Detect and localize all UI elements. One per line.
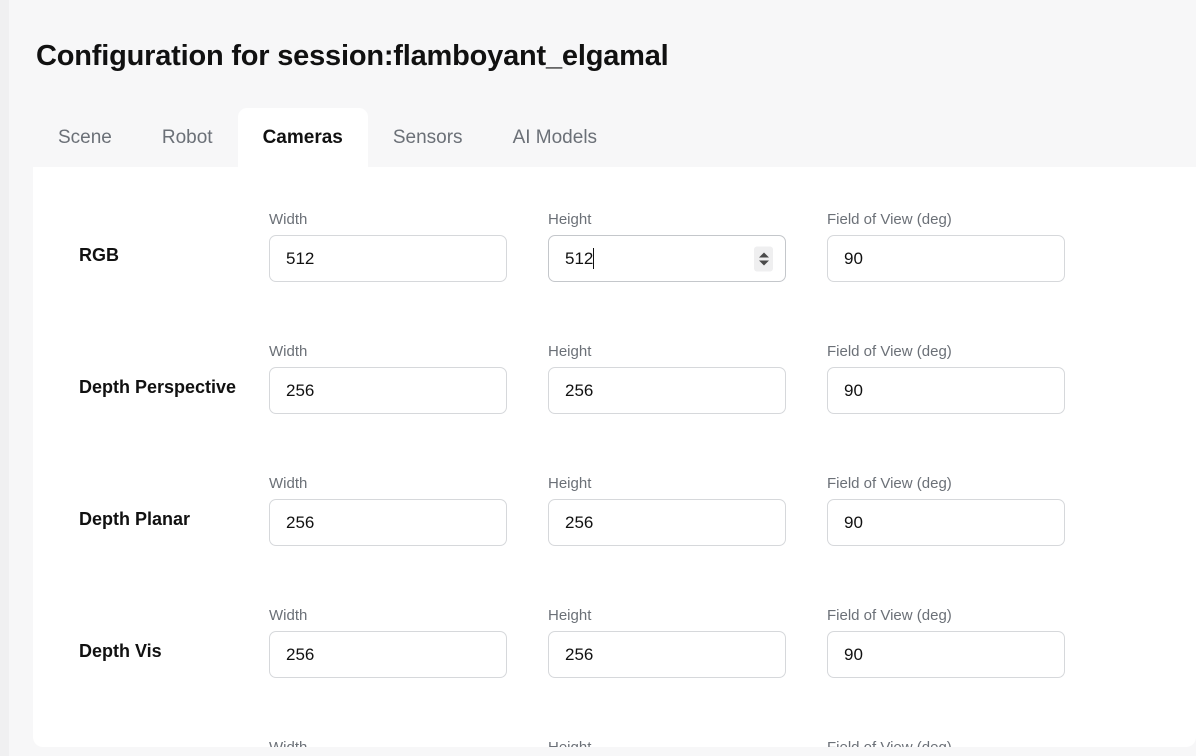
fov-field-label: Field of View (deg) <box>827 211 952 228</box>
fov-field-group: Field of View (deg) <box>827 212 1065 282</box>
fov-input[interactable] <box>827 367 1065 414</box>
camera-row-label: Depth Vis <box>79 641 162 661</box>
width-input[interactable] <box>269 631 507 678</box>
camera-row-label: RGB <box>79 245 119 265</box>
height-input[interactable] <box>548 235 786 282</box>
camera-row-label: Depth Planar <box>79 509 191 529</box>
width-field-label: Width <box>269 740 507 747</box>
camera-row-fields: Width Height Field of View (deg) <box>269 344 1065 414</box>
cameras-panel: RGBWidthHeightField of View (deg)Depth P… <box>33 167 1196 747</box>
fov-input-wrap <box>827 499 1065 546</box>
height-field-group: Height <box>548 608 786 678</box>
tab-sensors[interactable]: Sensors <box>368 108 488 167</box>
configuration-page: Configuration for session:flamboyant_elg… <box>0 0 1196 756</box>
height-field-label: Height <box>548 740 786 747</box>
width-input-wrap <box>269 235 507 282</box>
camera-row-fields: Width Height Field of View (deg) <box>269 740 1065 747</box>
width-input[interactable] <box>269 499 507 546</box>
fov-field-group: Field of View (deg) <box>827 344 1065 414</box>
height-input-wrap <box>548 499 786 546</box>
width-input[interactable] <box>269 367 507 414</box>
width-field-label: Width <box>269 211 308 228</box>
width-field-label: Width <box>269 343 308 360</box>
fov-input[interactable] <box>827 499 1065 546</box>
height-field-label: Height <box>548 607 592 624</box>
width-field-label: Width <box>269 475 308 492</box>
fov-field-group: Field of View (deg) <box>827 608 1065 678</box>
camera-row: RGB Width Height Field of View (deg) <box>33 167 1196 299</box>
height-field-group: Height <box>548 344 786 414</box>
fov-input[interactable] <box>827 235 1065 282</box>
fov-input-wrap <box>827 367 1065 414</box>
page-left-edge <box>0 0 9 756</box>
height-input-wrap <box>548 631 786 678</box>
width-field-group: Width <box>269 212 507 282</box>
camera-row-label: Depth Perspective <box>79 377 237 397</box>
camera-rows-list: RGBWidthHeightField of View (deg)Depth P… <box>33 167 1196 747</box>
fov-input-wrap <box>827 631 1065 678</box>
number-spinner[interactable] <box>754 246 773 271</box>
height-field-label: Height <box>548 343 592 360</box>
height-input-wrap <box>548 235 786 282</box>
width-field-group: Width <box>269 476 507 546</box>
fov-field-label: Field of View (deg) <box>827 343 952 360</box>
camera-row: Depth Perspective Width Height Field of Vie… <box>33 299 1196 431</box>
fov-input-wrap <box>827 235 1065 282</box>
camera-row: Depth Planar Width Height Field of View (de… <box>33 431 1196 563</box>
config-tab-bar: Scene Robot Cameras Sensors AI Models <box>33 108 622 167</box>
spinner-down-arrow-icon[interactable] <box>758 260 769 265</box>
camera-row-fields: Width Height Field of View (deg) <box>269 212 1065 282</box>
text-caret <box>593 248 595 269</box>
height-field-label: Height <box>548 211 592 228</box>
fov-field-label: Field of View (deg) <box>827 607 952 624</box>
width-input-wrap <box>269 631 507 678</box>
height-input-wrap <box>548 367 786 414</box>
width-field-group: Width <box>269 344 507 414</box>
tab-ai-models[interactable]: AI Models <box>488 108 622 167</box>
height-input[interactable] <box>548 499 786 546</box>
height-field-group: Height <box>548 740 786 747</box>
spinner-up-arrow-icon[interactable] <box>758 252 769 257</box>
camera-row-fields: Width Height Field of View (deg) <box>269 608 1065 678</box>
width-input-wrap <box>269 367 507 414</box>
camera-row: Depth Vis Width Height Field of View (deg) <box>33 563 1196 695</box>
height-field-label: Height <box>548 475 592 492</box>
fov-field-label: Field of View (deg) <box>827 475 952 492</box>
width-input-wrap <box>269 499 507 546</box>
fov-field-group: Field of View (deg) <box>827 476 1065 546</box>
camera-row: Width Height Field of View (deg) <box>33 695 1196 747</box>
height-field-group: Height <box>548 476 786 546</box>
tab-cameras[interactable]: Cameras <box>237 108 368 167</box>
fov-field-group: Field of View (deg) <box>827 740 1065 747</box>
tab-robot[interactable]: Robot <box>137 108 238 167</box>
fov-field-label: Field of View (deg) <box>827 740 1065 747</box>
fov-input[interactable] <box>827 631 1065 678</box>
height-input[interactable] <box>548 631 786 678</box>
width-field-group: Width <box>269 740 507 747</box>
width-field-group: Width <box>269 608 507 678</box>
width-field-label: Width <box>269 607 308 624</box>
page-title: Configuration for session:flamboyant_elg… <box>36 40 669 72</box>
camera-row-fields: Width Height Field of View (deg) <box>269 476 1065 546</box>
height-field-group: Height <box>548 212 786 282</box>
tab-scene[interactable]: Scene <box>33 108 137 167</box>
height-input[interactable] <box>548 367 786 414</box>
width-input[interactable] <box>269 235 507 282</box>
